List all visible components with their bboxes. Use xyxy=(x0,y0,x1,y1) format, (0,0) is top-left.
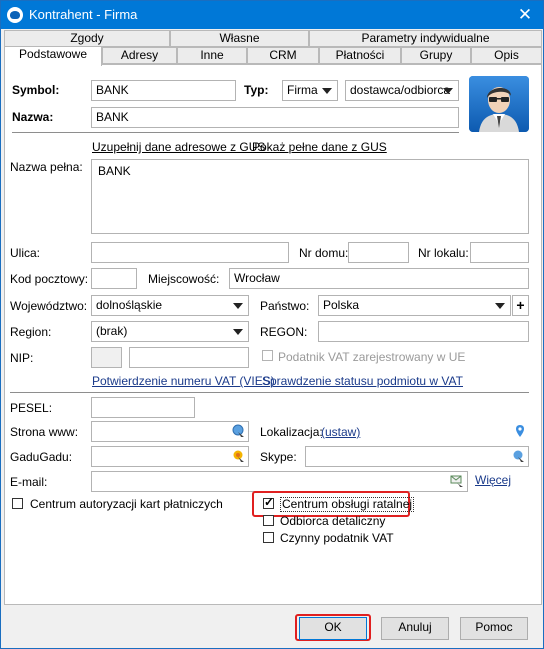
detaliczny-checkbox[interactable] xyxy=(263,515,274,526)
miejscowosc-input[interactable]: Wrocław xyxy=(229,268,529,289)
detaliczny-label: Odbiorca detaliczny xyxy=(280,514,386,528)
dialog-window: Kontrahent - Firma ✕ Zgody Własne Parame… xyxy=(0,0,544,649)
ulica-label: Ulica: xyxy=(10,246,41,260)
ratalne-label: Centrum obsługi ratalnej xyxy=(280,497,415,512)
nrdomu-label: Nr domu: xyxy=(299,246,349,260)
ok-button[interactable]: OK xyxy=(299,617,367,640)
nazwa-pelna-textarea[interactable]: BANK xyxy=(91,159,529,234)
close-icon[interactable]: ✕ xyxy=(513,4,537,26)
vat-ue-label: Podatnik VAT zarejestrowany w UE xyxy=(278,350,466,364)
gus-show-link[interactable]: Pokaż pełne dane z GUS xyxy=(252,140,387,154)
czynny-vat-checkbox[interactable] xyxy=(263,532,274,543)
nip-label: NIP: xyxy=(10,351,34,365)
czynny-vat-label: Czynny podatnik VAT xyxy=(280,531,394,545)
wiecej-link[interactable]: Więcej xyxy=(475,473,511,487)
email-input[interactable] xyxy=(91,471,468,492)
woj-select[interactable]: dolnośląskie xyxy=(91,295,249,316)
tab-zgody[interactable]: Zgody xyxy=(4,30,170,47)
symbol-label: Symbol: xyxy=(12,83,60,97)
app-icon xyxy=(7,7,23,23)
gadugadu-icon[interactable] xyxy=(232,449,246,463)
panstwo-label: Państwo: xyxy=(260,299,310,313)
woj-label: Województwo: xyxy=(10,299,88,313)
symbol-input[interactable]: BANK xyxy=(91,80,236,101)
vat-status-link[interactable]: Sprawdzenie statusu podmiotu w VAT xyxy=(262,374,463,388)
chevron-down-icon xyxy=(443,88,453,94)
nazwa-input[interactable]: BANK xyxy=(91,107,459,128)
regon-label: REGON: xyxy=(260,325,308,339)
add-country-button[interactable]: + xyxy=(512,295,529,316)
separator xyxy=(12,132,459,133)
region-label: Region: xyxy=(10,325,52,339)
woj-value: dolnośląskie xyxy=(96,298,163,312)
ulica-input[interactable] xyxy=(91,242,289,263)
nrlokalu-label: Nr lokalu: xyxy=(418,246,469,260)
lokalizacja-label: Lokalizacja: xyxy=(260,425,323,439)
pesel-input[interactable] xyxy=(91,397,195,418)
nazwa-label: Nazwa: xyxy=(12,110,54,124)
regon-input[interactable] xyxy=(318,321,529,342)
kod-label: Kod pocztowy: xyxy=(10,272,89,286)
gus-fill-link[interactable]: Uzupełnij dane adresowe z GUS xyxy=(92,140,265,154)
chevron-down-icon xyxy=(495,303,505,309)
avatar-icon[interactable] xyxy=(469,76,529,132)
window-title: Kontrahent - Firma xyxy=(29,7,138,22)
help-button[interactable]: Pomoc xyxy=(460,617,528,640)
typ2-value: dostawca/odbiorca xyxy=(350,83,451,97)
tab-opis[interactable]: Opis xyxy=(471,47,542,64)
typ-value: Firma xyxy=(287,83,318,97)
typ2-select[interactable]: dostawca/odbiorca xyxy=(345,80,459,101)
panstwo-value: Polska xyxy=(323,298,360,312)
title-bar: Kontrahent - Firma ✕ xyxy=(1,1,543,29)
separator xyxy=(10,392,529,393)
panstwo-select[interactable]: Polska xyxy=(318,295,511,316)
chevron-down-icon xyxy=(322,88,332,94)
nrlokalu-input[interactable] xyxy=(470,242,529,263)
karty-label: Centrum autoryzacji kart płatniczych xyxy=(30,497,223,511)
skype-label: Skype: xyxy=(260,450,297,464)
globe-link-icon[interactable] xyxy=(232,424,246,438)
chevron-down-icon xyxy=(233,329,243,335)
tab-wlasne[interactable]: Własne xyxy=(170,30,309,47)
nip-input[interactable] xyxy=(129,347,249,368)
ratalne-checkbox[interactable] xyxy=(263,495,274,509)
pesel-label: PESEL: xyxy=(10,401,53,415)
vies-link[interactable]: Potwierdzenie numeru VAT (VIES) xyxy=(92,374,275,388)
miejscowosc-label: Miejscowość: xyxy=(148,272,220,286)
tab-podstawowe[interactable]: Podstawowe xyxy=(4,46,102,66)
tab-platnosci[interactable]: Płatności xyxy=(319,47,401,64)
kod-input[interactable] xyxy=(91,268,137,289)
email-send-icon[interactable] xyxy=(450,474,464,488)
tab-inne[interactable]: Inne xyxy=(177,47,247,64)
tab-grupy[interactable]: Grupy xyxy=(401,47,471,64)
region-select[interactable]: (brak) xyxy=(91,321,249,342)
vat-ue-checkbox[interactable] xyxy=(262,350,273,361)
skype-icon[interactable] xyxy=(512,449,526,463)
region-value: (brak) xyxy=(96,324,128,338)
www-input[interactable] xyxy=(91,421,249,442)
nazwa-pelna-label: Nazwa pełna: xyxy=(10,160,83,174)
karty-checkbox[interactable] xyxy=(12,498,23,509)
nip-prefix-input[interactable] xyxy=(91,347,122,368)
tab-crm[interactable]: CRM xyxy=(247,47,319,64)
typ-select[interactable]: Firma xyxy=(282,80,338,101)
tab-adresy[interactable]: Adresy xyxy=(102,47,177,64)
map-pin-icon[interactable] xyxy=(513,424,527,438)
lokalizacja-link[interactable]: (ustaw) xyxy=(321,425,360,439)
email-label: E-mail: xyxy=(10,475,48,489)
chevron-down-icon xyxy=(233,303,243,309)
cancel-button[interactable]: Anuluj xyxy=(381,617,449,640)
nrdomu-input[interactable] xyxy=(348,242,409,263)
skype-input[interactable] xyxy=(305,446,529,467)
tab-parametry[interactable]: Parametry indywidualne xyxy=(309,30,542,47)
typ-label: Typ: xyxy=(244,83,269,97)
gadu-input[interactable] xyxy=(91,446,249,467)
www-label: Strona www: xyxy=(10,425,79,439)
gadu-label: GaduGadu: xyxy=(10,450,73,464)
